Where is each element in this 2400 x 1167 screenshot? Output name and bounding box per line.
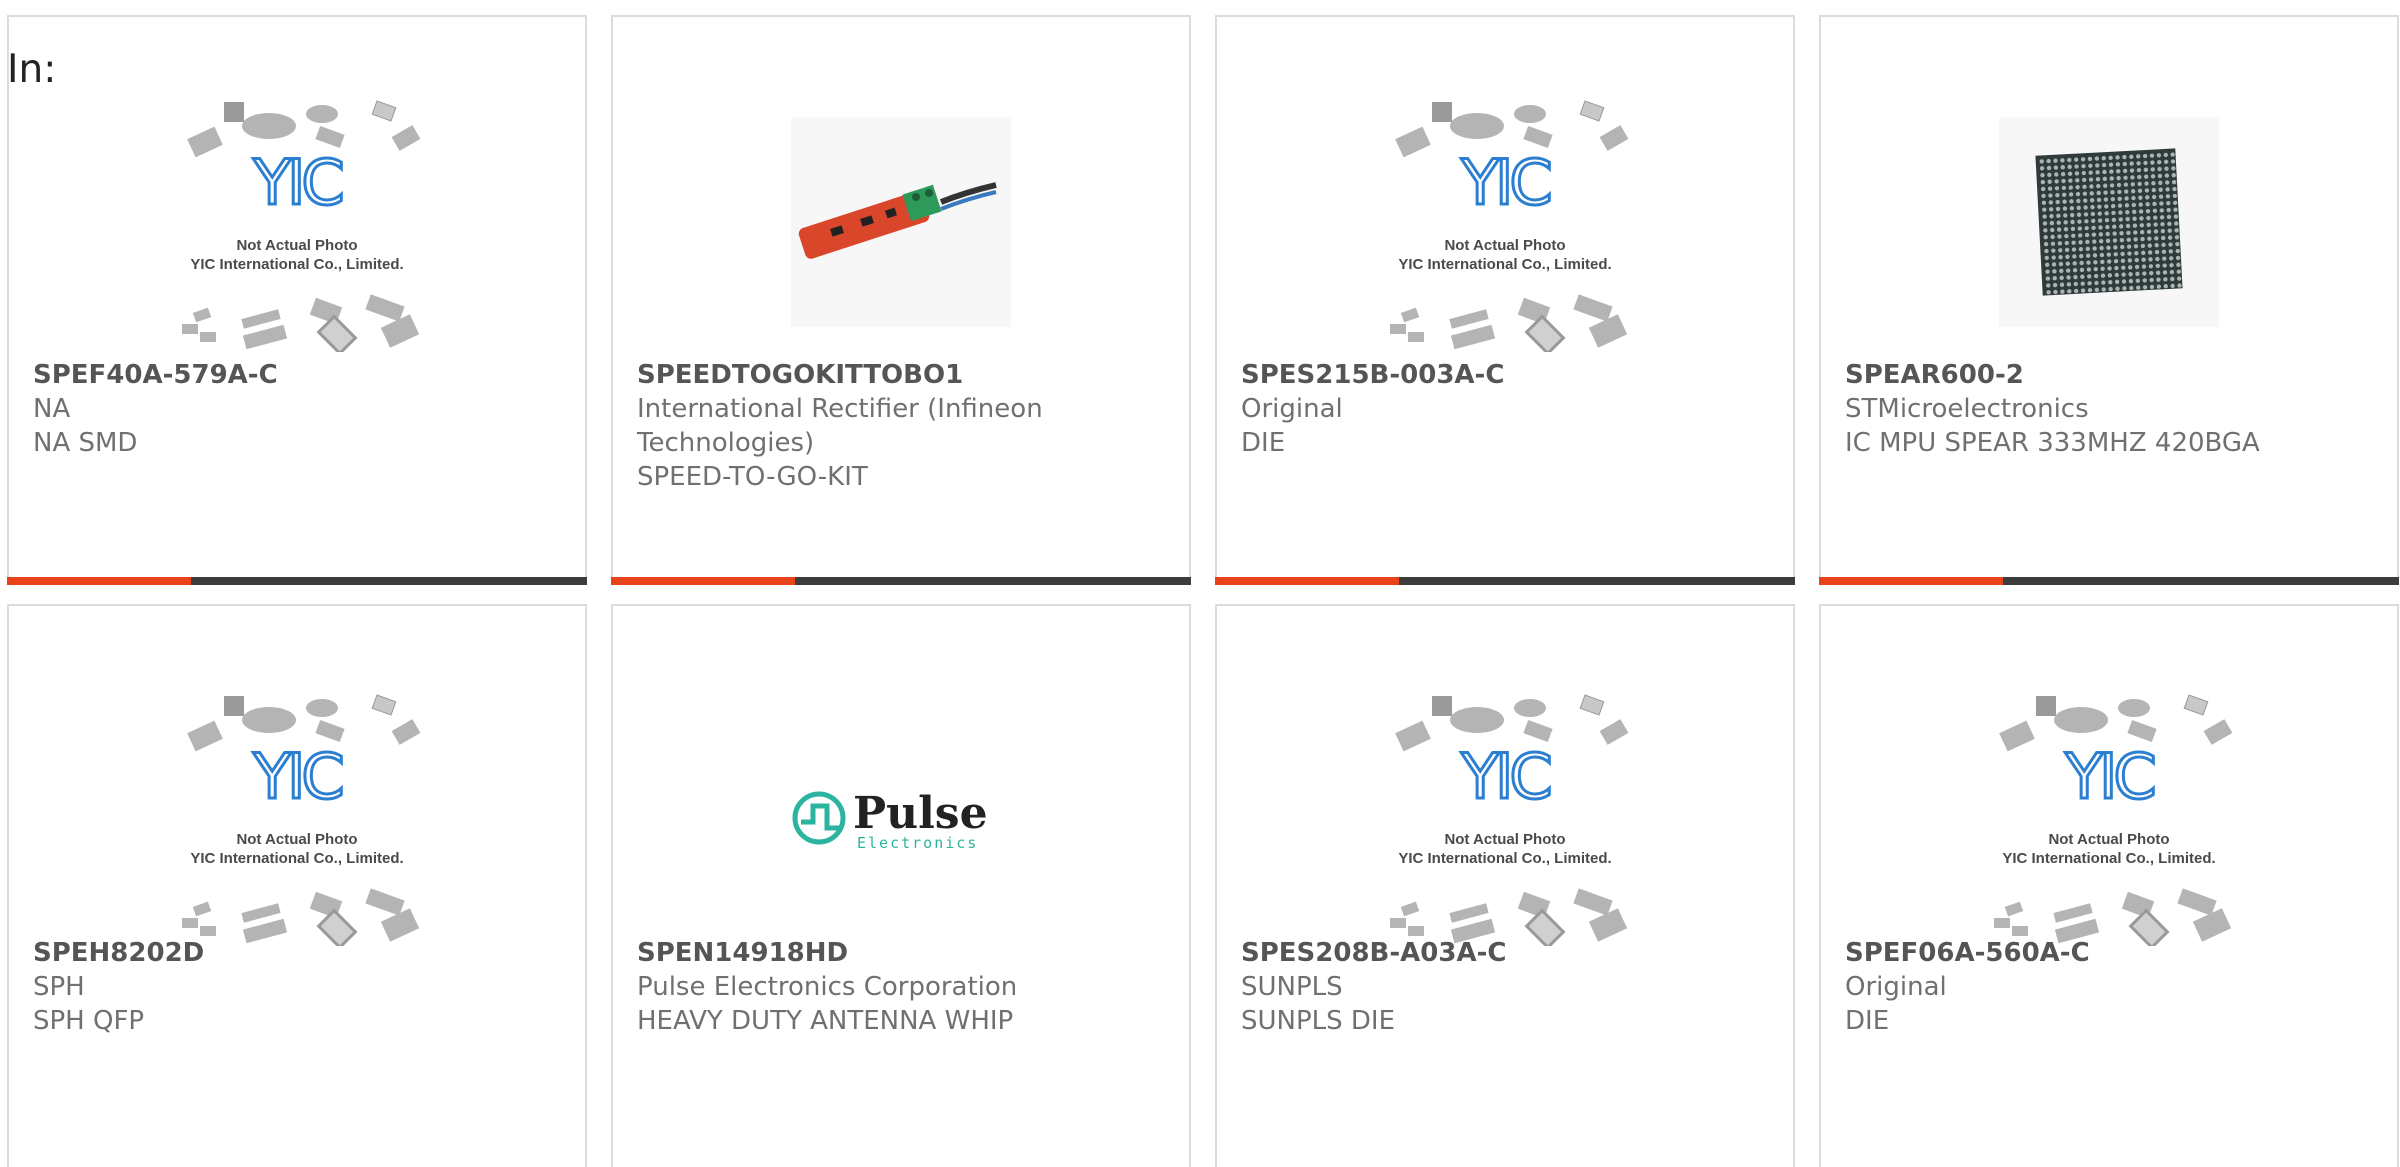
product-image[interactable]: Pulse Electronics	[766, 681, 1036, 951]
product-card[interactable]: YIC Not Actual Photo YIC International C…	[1215, 15, 1795, 585]
product-manufacturer: Original	[1241, 394, 1343, 424]
product-info: SPEH8202D SPH SPH QFP	[33, 936, 561, 1038]
product-image-placeholder[interactable]: YIC Not Actual Photo YIC International C…	[162, 87, 432, 357]
dev-board-photo-icon	[791, 117, 1011, 327]
product-part-number[interactable]: SPES208B-A03A-C	[1241, 936, 1769, 970]
product-image[interactable]	[766, 87, 1036, 357]
product-description: IC MPU SPEAR 333MHZ 420BGA	[1845, 428, 2260, 458]
svg-text:YIC: YIC	[252, 146, 341, 219]
product-card[interactable]: YIC Not Actual Photo YIC International C…	[1819, 604, 2399, 1167]
product-description: SPH QFP	[33, 1006, 145, 1036]
yic-placeholder-icon: YIC Not Actual Photo YIC International C…	[1390, 100, 1629, 352]
yic-placeholder-icon: YIC Not Actual Photo YIC International C…	[182, 100, 421, 352]
svg-text:YIC: YIC	[1460, 740, 1549, 813]
product-info: SPES208B-A03A-C SUNPLS SUNPLS DIE	[1241, 936, 1769, 1038]
product-info: SPEF40A-579A-C NA NA SMD	[33, 358, 561, 460]
svg-text:Pulse: Pulse	[853, 788, 988, 839]
product-info: SPEN14918HD Pulse Electronics Corporatio…	[637, 936, 1165, 1038]
card-accent-bar	[7, 577, 587, 585]
card-accent-bar	[611, 577, 1191, 585]
product-image[interactable]	[1974, 87, 2244, 357]
product-part-number[interactable]: SPEEDTOGOKITTOBO1	[637, 358, 1165, 392]
product-image-placeholder[interactable]: YIC Not Actual Photo YIC International C…	[1974, 681, 2244, 951]
product-info: SPEF06A-560A-C Original DIE	[1845, 936, 2373, 1038]
svg-text:Not Actual Photo: Not Actual Photo	[1444, 831, 1565, 848]
product-card[interactable]: SPEAR600-2 STMicroelectronics IC MPU SPE…	[1819, 15, 2399, 585]
product-description: SUNPLS DIE	[1241, 1006, 1396, 1036]
svg-text:Not Actual Photo: Not Actual Photo	[236, 831, 357, 848]
svg-text:YIC: YIC	[1460, 146, 1549, 219]
yic-placeholder-icon: YIC Not Actual Photo YIC International C…	[1390, 694, 1629, 946]
card-accent-bar	[1819, 577, 2399, 585]
svg-text:YIC International Co., Limited: YIC International Co., Limited.	[190, 850, 403, 867]
product-info: SPEAR600-2 STMicroelectronics IC MPU SPE…	[1845, 358, 2373, 460]
card-accent-bar	[1215, 577, 1795, 585]
product-info: SPES215B-003A-C Original DIE	[1241, 358, 1769, 460]
product-description: DIE	[1241, 428, 1286, 458]
product-card[interactable]: YIC Not Actual Photo YIC International C…	[1215, 604, 1795, 1167]
product-card[interactable]: YIC Not Actual Photo YIC International C…	[7, 604, 587, 1167]
product-description: SPEED-TO-GO-KIT	[637, 462, 868, 492]
svg-text:Not Actual Photo: Not Actual Photo	[2048, 831, 2169, 848]
svg-text:YIC: YIC	[252, 740, 341, 813]
product-part-number[interactable]: SPES215B-003A-C	[1241, 358, 1769, 392]
product-manufacturer: Pulse Electronics Corporation	[637, 972, 1018, 1002]
product-manufacturer: SPH	[33, 972, 85, 1002]
svg-text:YIC International Co., Limited: YIC International Co., Limited.	[190, 256, 403, 273]
yic-placeholder-icon: YIC Not Actual Photo YIC International C…	[182, 694, 421, 946]
svg-text:Electronics: Electronics	[857, 834, 978, 852]
product-manufacturer: SUNPLS	[1241, 972, 1343, 1002]
product-description: HEAVY DUTY ANTENNA WHIP	[637, 1006, 1014, 1036]
yic-placeholder-icon: YIC Not Actual Photo YIC International C…	[1994, 694, 2233, 946]
product-part-number[interactable]: SPEAR600-2	[1845, 358, 2373, 392]
product-part-number[interactable]: SPEF06A-560A-C	[1845, 936, 2373, 970]
product-image-placeholder[interactable]: YIC Not Actual Photo YIC International C…	[1370, 87, 1640, 357]
product-image-placeholder[interactable]: YIC Not Actual Photo YIC International C…	[162, 681, 432, 951]
svg-text:YIC International Co., Limited: YIC International Co., Limited.	[2002, 850, 2215, 867]
product-manufacturer: NA	[33, 394, 71, 424]
product-card[interactable]: YIC Not Actual Photo YIC International C…	[7, 15, 587, 585]
product-info: SPEEDTOGOKITTOBO1 International Rectifie…	[637, 358, 1165, 494]
product-description: DIE	[1845, 1006, 1890, 1036]
svg-text:Not Actual Photo: Not Actual Photo	[1444, 237, 1565, 254]
product-manufacturer: STMicroelectronics	[1845, 394, 2089, 424]
svg-text:YIC International Co., Limited: YIC International Co., Limited.	[1398, 256, 1611, 273]
product-manufacturer: Original	[1845, 972, 1947, 1002]
product-image-placeholder[interactable]: YIC Not Actual Photo YIC International C…	[1370, 681, 1640, 951]
product-part-number[interactable]: SPEN14918HD	[637, 936, 1165, 970]
product-card[interactable]: Pulse Electronics SPEN14918HD Pulse Elec…	[611, 604, 1191, 1167]
product-part-number[interactable]: SPEF40A-579A-C	[33, 358, 561, 392]
svg-text:YIC International Co., Limited: YIC International Co., Limited.	[1398, 850, 1611, 867]
filter-label: In:	[7, 47, 57, 92]
product-description: NA SMD	[33, 428, 138, 458]
product-card[interactable]: SPEEDTOGOKITTOBO1 International Rectifie…	[611, 15, 1191, 585]
bga-chip-photo-icon	[1999, 117, 2219, 327]
product-manufacturer: International Rectifier (Infineon Techno…	[637, 394, 1043, 458]
pulse-logo-icon: Pulse Electronics	[792, 788, 988, 852]
svg-text:YIC: YIC	[2064, 740, 2153, 813]
product-part-number[interactable]: SPEH8202D	[33, 936, 561, 970]
svg-text:Not Actual Photo: Not Actual Photo	[236, 237, 357, 254]
